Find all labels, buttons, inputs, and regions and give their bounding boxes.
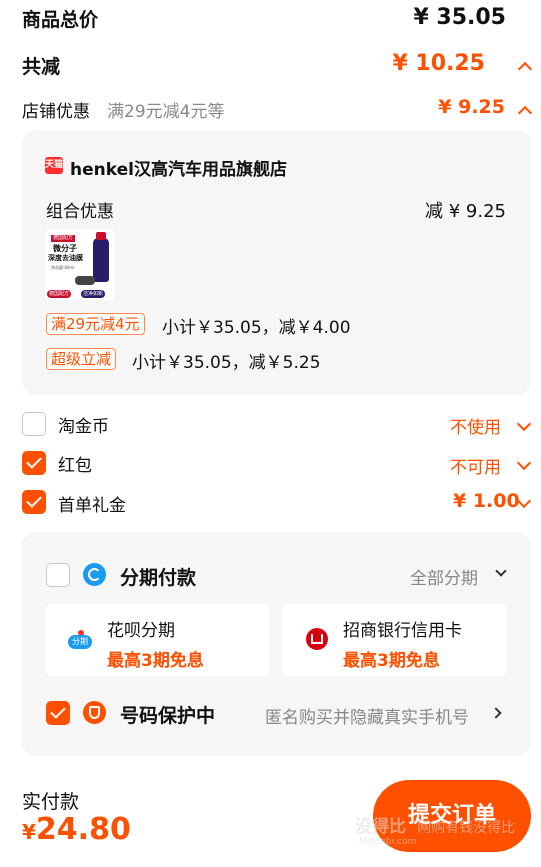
privacy-desc[interactable]: 匿名购买并隐藏真实手机号 xyxy=(265,703,469,728)
option-value[interactable]: 不使用 xyxy=(450,413,501,438)
store-discount-label: 店铺优惠 xyxy=(22,102,90,122)
total-value: ¥ 35.05 xyxy=(413,5,506,30)
plan-name: 招商银行信用卡 xyxy=(343,621,462,641)
promo-subtotal: 小计￥35.05，减￥4.00 xyxy=(162,318,351,338)
option-value[interactable]: 不可用 xyxy=(450,453,501,478)
cmb-bank-icon-mark xyxy=(311,634,323,644)
product-title-1: 微分子 xyxy=(53,244,77,253)
product-label-top: 德国配方 xyxy=(51,235,76,242)
promo-tag: 满29元减4元 xyxy=(46,313,145,335)
store-discount-desc: 满29元减4元等 xyxy=(107,102,225,122)
installment-title: 分期付款 xyxy=(120,567,197,589)
huabei-icon-badge: 分期 xyxy=(68,635,92,649)
privacy-shield-inner xyxy=(89,706,100,719)
option-value[interactable]: ¥ 1.00 xyxy=(453,490,520,512)
option-label: 红包 xyxy=(58,456,92,476)
promo-tag: 超级立减 xyxy=(46,348,117,370)
product-label-bottom-left: 德国配方 xyxy=(47,290,72,298)
installment-icon xyxy=(83,563,106,586)
pay-value: 24.80 xyxy=(35,812,131,847)
chevron-up-icon[interactable] xyxy=(517,61,533,77)
cmb-bank-icon xyxy=(306,628,328,650)
plan-promo: 最高3期免息 xyxy=(343,651,440,671)
submit-order-label: 提交订单 xyxy=(407,803,496,828)
taojinbi-checkbox[interactable] xyxy=(22,412,46,436)
discount-label: 共减 xyxy=(22,56,61,78)
installment-select[interactable]: 全部分期 xyxy=(410,564,478,589)
chevron-down-icon[interactable] xyxy=(516,416,532,432)
combo-value: 减 ¥ 9.25 xyxy=(425,201,506,222)
total-label: 商品总价 xyxy=(22,9,99,31)
installment-icon-ring xyxy=(88,568,101,581)
product-cap-icon xyxy=(96,232,106,240)
store-name[interactable]: henkel汉高汽车用品旗舰店 xyxy=(70,155,287,180)
privacy-shield-icon xyxy=(83,701,106,724)
huabei-icon-text: 分期 xyxy=(72,637,88,646)
plan-name: 花呗分期 xyxy=(107,621,175,641)
tmall-badge-text: 天猫 xyxy=(45,160,64,170)
privacy-title: 号码保护中 xyxy=(120,705,216,727)
product-glasses-icon xyxy=(75,276,95,285)
submit-order-button[interactable]: 提交订单 xyxy=(373,780,531,852)
huabei-icon: 分期 xyxy=(68,630,92,650)
combo-label: 组合优惠 xyxy=(46,202,114,222)
plan-promo: 最高3期免息 xyxy=(107,651,204,671)
discount-value: ¥ 10.25 xyxy=(392,51,485,76)
chevron-down-icon[interactable] xyxy=(516,455,532,471)
pay-label: 实付款 xyxy=(22,791,80,813)
store-discount-value: ¥ 9.25 xyxy=(438,96,505,118)
tmall-badge-icon: 天猫 xyxy=(45,157,63,174)
product-label-bottom-right: 洁净如新 xyxy=(81,290,106,298)
product-thumbnail[interactable]: 德国配方 微分子 深度去油膜 净含量:80ml 德国配方 洁净如新 xyxy=(45,230,115,300)
option-label: 首单礼金 xyxy=(58,496,126,516)
privacy-checkbox[interactable] xyxy=(46,701,70,725)
product-volume: 净含量:80ml xyxy=(51,265,75,270)
pay-amount: ¥24.80 xyxy=(22,812,131,847)
hongbao-checkbox[interactable] xyxy=(22,451,46,475)
option-label: 淘金币 xyxy=(58,417,109,437)
product-title-2: 深度去油膜 xyxy=(48,254,83,262)
installment-checkbox[interactable] xyxy=(46,563,70,587)
product-bottle-icon xyxy=(93,238,109,282)
chevron-up-icon[interactable] xyxy=(517,105,533,121)
pay-currency: ¥ xyxy=(22,820,36,844)
promo-subtotal: 小计￥35.05，减￥5.25 xyxy=(132,353,321,373)
first-order-gift-checkbox[interactable] xyxy=(22,490,46,514)
